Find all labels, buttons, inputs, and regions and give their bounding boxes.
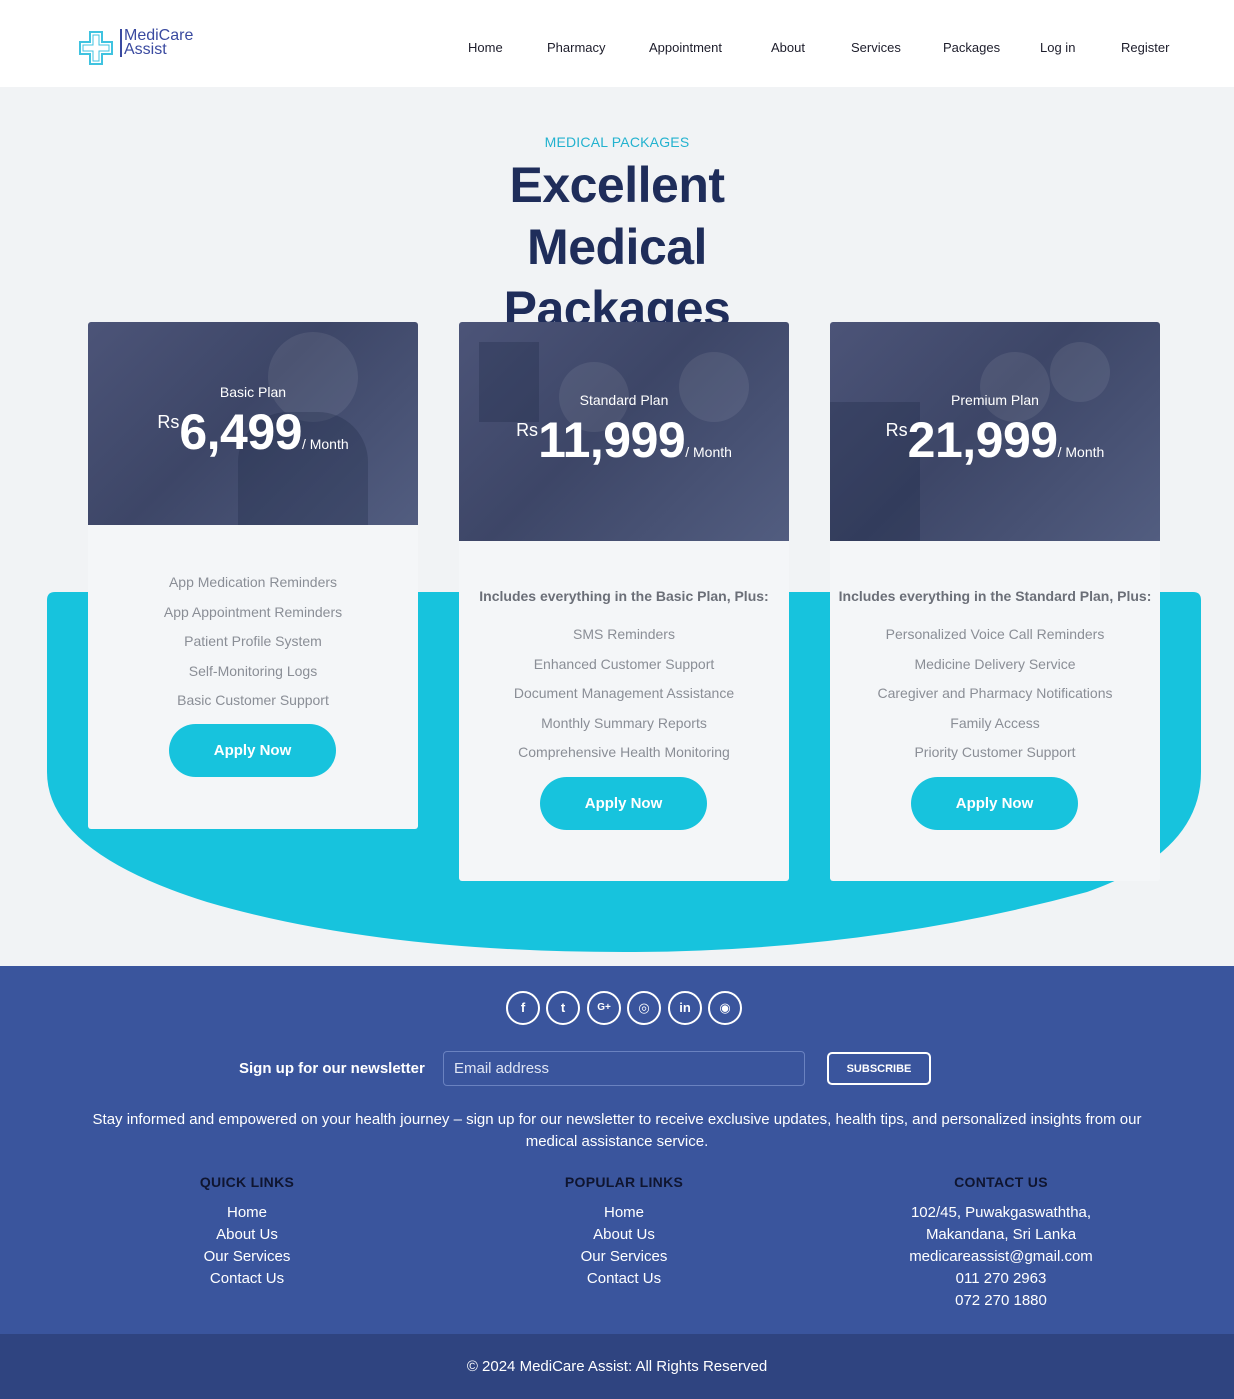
price-currency: Rs xyxy=(516,420,539,440)
feature-item: SMS Reminders xyxy=(573,626,675,642)
nav-pharmacy[interactable]: Pharmacy xyxy=(547,40,606,55)
twitter-icon[interactable]: t xyxy=(546,991,580,1025)
price-currency: Rs xyxy=(157,412,180,432)
feature-item: Family Access xyxy=(950,714,1040,731)
plan-name: Basic Plan xyxy=(219,384,287,400)
newsletter-label: Sign up for our newsletter xyxy=(239,1060,425,1077)
copyright-bar: © 2024 MediCare Assist: All Rights Reser… xyxy=(0,1334,1234,1399)
feature-list: SMS Reminders Enhanced Customer Support … xyxy=(459,624,789,772)
title-line-1: Excellent Medical xyxy=(509,157,725,275)
price-amount: 21,999 xyxy=(907,412,1058,468)
footer-link-contact[interactable]: Contact Us xyxy=(97,1268,397,1290)
contact-phone-1: 011 270 2963 xyxy=(955,1270,1047,1287)
nav-appointment[interactable]: Appointment xyxy=(649,40,722,55)
price-amount: 6,499 xyxy=(179,404,302,460)
subscribe-button[interactable]: SUBSCRIBE xyxy=(827,1052,931,1085)
contact-email[interactable]: medicareassist@gmail.com xyxy=(851,1246,1151,1268)
nav-home[interactable]: Home xyxy=(468,40,503,55)
feature-item: App Medication Reminders xyxy=(168,574,338,590)
feature-item: Personalized Voice Call Reminders xyxy=(885,626,1105,642)
plan-card-standard: Standard Plan Rs11,999/ Month Includes e… xyxy=(459,322,789,881)
feature-item: Patient Profile System xyxy=(184,633,322,649)
feature-item: Document Management Assistance xyxy=(513,685,735,701)
github-icon[interactable]: ◉ xyxy=(708,991,742,1025)
footer-link-about[interactable]: About Us xyxy=(97,1224,397,1246)
newsletter-email-input[interactable] xyxy=(443,1051,805,1086)
feature-list: App Medication Reminders App Appointment… xyxy=(88,572,418,720)
footer-link-services[interactable]: Our Services xyxy=(474,1246,774,1268)
feature-item: App Appointment Reminders xyxy=(163,603,343,620)
main-nav: Home Pharmacy Appointment About Services… xyxy=(0,40,1234,58)
google-plus-icon[interactable]: G+ xyxy=(587,991,621,1025)
feature-item: Medicine Delivery Service xyxy=(914,655,1076,672)
plan-card-premium: Premium Plan Rs21,999/ Month Includes ev… xyxy=(830,322,1160,881)
feature-item: Comprehensive Health Monitoring xyxy=(518,744,730,760)
nav-about[interactable]: About xyxy=(771,40,805,55)
nav-packages[interactable]: Packages xyxy=(943,40,1000,55)
copyright-text: © 2024 MediCare Assist: All Rights Reser… xyxy=(466,1358,768,1375)
price-currency: Rs xyxy=(885,420,908,440)
social-links: f t G+ ◎ in ◉ xyxy=(506,991,746,1025)
popular-links-heading: POPULAR LINKS xyxy=(564,1174,684,1190)
feature-item: Monthly Summary Reports xyxy=(541,714,707,731)
contact-column: CONTACT US 102/45, Puwakgaswaththa, Maka… xyxy=(851,1174,1151,1312)
plan-price: Rs11,999/ Month xyxy=(459,414,789,466)
plan-price: Rs6,499/ Month xyxy=(88,406,418,458)
feature-item: Caregiver and Pharmacy Notifications xyxy=(877,685,1113,701)
apply-now-button-premium[interactable]: Apply Now xyxy=(911,777,1078,830)
feature-list: Personalized Voice Call Reminders Medici… xyxy=(830,624,1160,772)
feature-item: Priority Customer Support xyxy=(914,744,1076,760)
feature-item: Self-Monitoring Logs xyxy=(188,662,318,679)
contact-address-line-2: Makandana, Sri Lanka xyxy=(925,1226,1077,1243)
site-footer: f t G+ ◎ in ◉ Sign up for our newsletter… xyxy=(0,966,1234,1334)
footer-link-about[interactable]: About Us xyxy=(474,1224,774,1246)
price-amount: 11,999 xyxy=(538,412,686,468)
nav-register[interactable]: Register xyxy=(1121,40,1169,55)
apply-now-button-standard[interactable]: Apply Now xyxy=(540,777,707,830)
site-header: MediCare Assist Home Pharmacy Appointmen… xyxy=(0,0,1234,87)
quick-links-column: QUICK LINKS Home About Us Our Services C… xyxy=(97,1174,397,1290)
plan-price: Rs21,999/ Month xyxy=(830,414,1160,466)
nav-login[interactable]: Log in xyxy=(1040,40,1075,55)
nav-services[interactable]: Services xyxy=(851,40,901,55)
price-period: / Month xyxy=(1057,444,1105,460)
plan-image-premium: Premium Plan Rs21,999/ Month xyxy=(830,322,1160,541)
feature-item: Enhanced Customer Support xyxy=(533,655,715,672)
page-title: Excellent Medical Packages xyxy=(417,154,817,340)
plan-includes-note: Includes everything in the Basic Plan, P… xyxy=(479,588,769,604)
plan-image-standard: Standard Plan Rs11,999/ Month xyxy=(459,322,789,541)
footer-link-home[interactable]: Home xyxy=(474,1202,774,1224)
feature-item: Basic Customer Support xyxy=(177,692,329,708)
plan-name: Premium Plan xyxy=(951,392,1039,408)
price-period: / Month xyxy=(301,436,349,452)
contact-address-line-1: 102/45, Puwakgaswaththa, xyxy=(910,1204,1092,1221)
popular-links-column: POPULAR LINKS Home About Us Our Services… xyxy=(474,1174,774,1290)
footer-link-contact[interactable]: Contact Us xyxy=(474,1268,774,1290)
linkedin-icon[interactable]: in xyxy=(668,991,702,1025)
section-eyebrow: MEDICAL PACKAGES xyxy=(544,134,690,150)
plan-card-basic: Basic Plan Rs6,499/ Month App Medication… xyxy=(88,322,418,829)
facebook-icon[interactable]: f xyxy=(506,991,540,1025)
footer-link-services[interactable]: Our Services xyxy=(97,1246,397,1268)
plan-includes-note: Includes everything in the Standard Plan… xyxy=(838,588,1152,604)
instagram-icon[interactable]: ◎ xyxy=(627,991,661,1025)
newsletter-description: Stay informed and empowered on your heal… xyxy=(92,1111,1142,1150)
apply-now-button-basic[interactable]: Apply Now xyxy=(169,724,336,777)
quick-links-heading: QUICK LINKS xyxy=(199,1174,295,1190)
plan-image-basic: Basic Plan Rs6,499/ Month xyxy=(88,322,418,525)
price-period: / Month xyxy=(685,444,732,460)
plan-name: Standard Plan xyxy=(579,392,669,408)
footer-link-home[interactable]: Home xyxy=(97,1202,397,1224)
contact-phone-2: 072 270 1880 xyxy=(955,1292,1047,1309)
contact-heading: CONTACT US xyxy=(954,1174,1048,1190)
